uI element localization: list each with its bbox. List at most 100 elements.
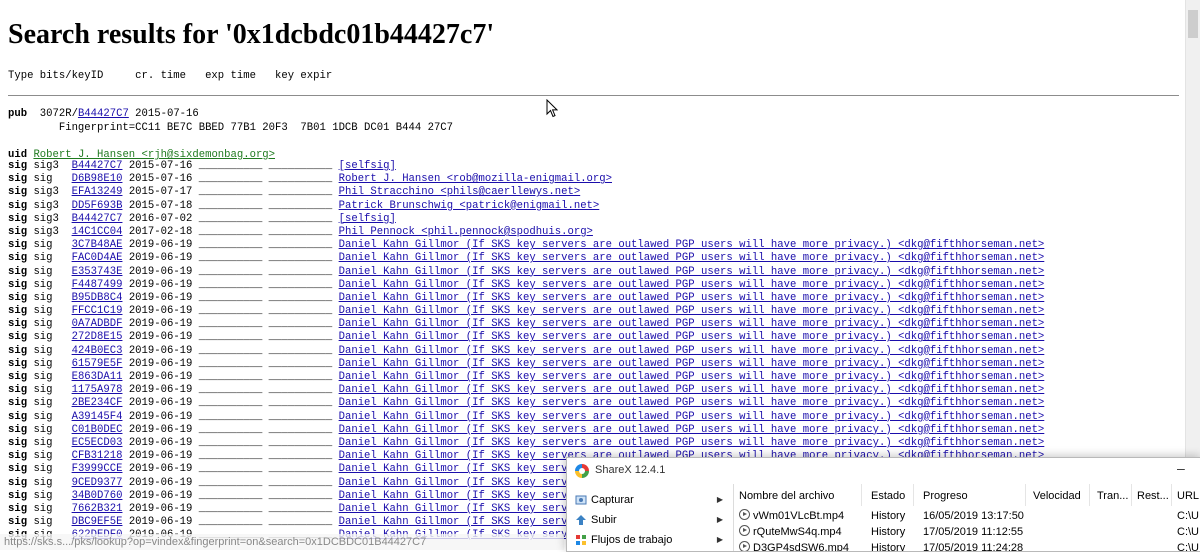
sig-keyid-link[interactable]: DD5F693B (72, 200, 123, 212)
sig-uid-link[interactable]: Daniel Kahn Gillmor (If SKS key serv (339, 490, 568, 502)
sig-uid-link[interactable]: Robert J. Hansen <rob@mozilla-enigmail.o… (339, 173, 612, 185)
column-divider (1171, 484, 1172, 506)
column-header-url[interactable]: URL (1177, 490, 1199, 502)
sig-uid-link[interactable]: Daniel Kahn Gillmor (If SKS key servers … (339, 318, 1045, 330)
sig-type: sig (8, 502, 28, 515)
sig-keyid-link[interactable]: FAC0D4AE (72, 252, 123, 264)
sig-keyid-link[interactable]: 3C7B48AE (72, 239, 123, 251)
sig-keyid-link[interactable]: E863DA11 (72, 371, 123, 383)
sig-uid-link[interactable]: Daniel Kahn Gillmor (If SKS key servers … (339, 239, 1045, 251)
sig-keyid-link[interactable]: DBC9EF5E (72, 516, 123, 528)
sharex-window[interactable]: ShareX 12.4.1 – Capturar ▶ Subir ▶ Flujo… (566, 457, 1200, 552)
sig-keyid-link[interactable]: 7662B321 (72, 503, 123, 515)
sig-uid-link[interactable]: Daniel Kahn Gillmor (If SKS key servers … (339, 424, 1045, 436)
sig-uid-link[interactable]: [selfsig] (339, 213, 396, 225)
sig-keyid-link[interactable]: B95DB8C4 (72, 292, 123, 304)
scrollbar-thumb[interactable] (1188, 10, 1198, 38)
menu-item-capturar[interactable]: Capturar ▶ (571, 490, 729, 510)
progress-cell: 17/05/2019 11:24:28 (923, 542, 1024, 552)
minimize-icon[interactable]: – (1177, 460, 1185, 476)
column-header-speed[interactable]: Velocidad (1033, 490, 1081, 502)
sig-keyid-link[interactable]: 424B0EC3 (72, 345, 123, 357)
sig-uid-link[interactable]: Daniel Kahn Gillmor (If SKS key serv (339, 516, 568, 528)
sig-keyid-link[interactable]: 1175A978 (72, 384, 123, 396)
signature-row: sig sig 1175A978 2019-06-19 __________ _… (8, 384, 1044, 397)
sig-keyid-link[interactable]: B44427C7 (72, 160, 123, 172)
sig-date: 2019-06-19 (128, 278, 193, 291)
menu-item-flujos-de-trabajo[interactable]: Flujos de trabajo ▶ (571, 530, 729, 550)
sig-uid-link[interactable]: Daniel Kahn Gillmor (If SKS key serv (339, 463, 568, 475)
sig-keyid-link[interactable]: 34B0D760 (72, 490, 123, 502)
sig-uid-link[interactable]: Daniel Kahn Gillmor (If SKS key servers … (339, 437, 1045, 449)
sig-keyid-link[interactable]: CFB31218 (72, 450, 123, 462)
sig-uid-link[interactable]: Daniel Kahn Gillmor (If SKS key servers … (339, 345, 1045, 357)
sig-uid-link[interactable]: Daniel Kahn Gillmor (If SKS key servers … (339, 331, 1045, 343)
sig-keyid-link[interactable]: C01B0DEC (72, 424, 123, 436)
sig-keyid-link[interactable]: 0A7ADBDF (72, 318, 123, 330)
menu-item-subir[interactable]: Subir ▶ (571, 510, 729, 530)
sharex-title-bar[interactable]: ShareX 12.4.1 – (567, 458, 1200, 484)
sig-class: sig (33, 463, 59, 476)
signature-row: sig sig EC5ECD03 2019-06-19 __________ _… (8, 437, 1044, 450)
column-header-file-name[interactable]: Nombre del archivo (739, 490, 834, 502)
sig-uid-link[interactable]: [selfsig] (339, 160, 396, 172)
table-row[interactable]: D3GP4sdSW6.mp4 History 17/05/2019 11:24:… (735, 540, 1200, 552)
sig-type: sig (8, 212, 28, 225)
sig-keyid-link[interactable]: 61579E5F (72, 358, 123, 370)
sig-uid-link[interactable]: Daniel Kahn Gillmor (If SKS key servers … (339, 411, 1045, 423)
sig-date: 2019-06-19 (128, 476, 193, 489)
column-header-status[interactable]: Estado (871, 490, 905, 502)
sig-keyid-link[interactable]: B44427C7 (72, 213, 123, 225)
table-row[interactable]: rQuteMwS4q.mp4 History 17/05/2019 11:12:… (735, 524, 1200, 540)
sig-uid-link[interactable]: Daniel Kahn Gillmor (If SKS key servers … (339, 384, 1045, 396)
sig-keyid-link[interactable]: 9CED9377 (72, 477, 123, 489)
sig-uid-link[interactable]: Phil Stracchino <phils@caerllewys.net> (339, 186, 581, 198)
sig-class: sig (33, 502, 59, 515)
signature-row: sig sig3 EFA13249 2015-07-17 __________ … (8, 186, 1044, 199)
sig-uid-link[interactable]: Daniel Kahn Gillmor (If SKS key servers … (339, 305, 1045, 317)
sig-uid-link[interactable]: Daniel Kahn Gillmor (If SKS key servers … (339, 371, 1045, 383)
column-header-remaining[interactable]: Rest... (1137, 490, 1169, 502)
sig-type: sig (8, 186, 28, 199)
sig-keyid-link[interactable]: E353743E (72, 266, 123, 278)
sig-type: sig (8, 357, 28, 370)
sig-type: sig (8, 384, 28, 397)
column-divider (1025, 484, 1026, 506)
sig-uid-link[interactable]: Daniel Kahn Gillmor (If SKS key servers … (339, 252, 1045, 264)
sig-keyid-link[interactable]: 2BE234CF (72, 397, 123, 409)
table-row[interactable]: vWm01VLcBt.mp4 History 16/05/2019 13:17:… (735, 508, 1200, 524)
sig-blank-fields: __________ __________ (198, 502, 333, 515)
sig-uid-link[interactable]: Daniel Kahn Gillmor (If SKS key servers … (339, 358, 1045, 370)
sig-keyid-link[interactable]: D6B98E10 (72, 173, 123, 185)
sig-date: 2019-06-19 (128, 252, 193, 265)
sharex-main-menu: Capturar ▶ Subir ▶ Flujos de trabajo ▶ (567, 484, 734, 551)
sig-uid-link[interactable]: Daniel Kahn Gillmor (If SKS key servers … (339, 279, 1045, 291)
sig-keyid-link[interactable]: A39145F4 (72, 411, 123, 423)
pub-keyid-link[interactable]: B44427C7 (78, 108, 129, 120)
sig-uid-link[interactable]: Patrick Brunschwig <patrick@enigmail.net… (339, 200, 600, 212)
sig-uid-link[interactable]: Daniel Kahn Gillmor (If SKS key serv (339, 477, 568, 489)
sig-keyid-link[interactable]: EC5ECD03 (72, 437, 123, 449)
column-header-progress[interactable]: Progreso (923, 490, 968, 502)
sig-class: sig3 (33, 199, 59, 212)
sig-keyid-link[interactable]: FFCC1C19 (72, 305, 123, 317)
progress-cell: 17/05/2019 11:12:55 (923, 526, 1024, 538)
sig-date: 2019-06-19 (128, 265, 193, 278)
sig-uid-link[interactable]: Phil Pennock <phil.pennock@spodhuis.org> (339, 226, 593, 238)
sig-date: 2016-07-02 (128, 212, 193, 225)
sig-uid-link[interactable]: Daniel Kahn Gillmor (If SKS key servers … (339, 266, 1045, 278)
sig-keyid-link[interactable]: F3999CCE (72, 463, 123, 475)
sig-uid-link[interactable]: Daniel Kahn Gillmor (If SKS key servers … (339, 292, 1045, 304)
sig-uid-link[interactable]: Daniel Kahn Gillmor (If SKS key servers … (339, 397, 1045, 409)
sig-blank-fields: __________ __________ (198, 199, 333, 212)
sig-keyid-link[interactable]: F4487499 (72, 279, 123, 291)
column-header-transferred[interactable]: Tran... (1097, 490, 1128, 502)
signature-row: sig sig 61579E5F 2019-06-19 __________ _… (8, 358, 1044, 371)
sig-type: sig (8, 344, 28, 357)
pub-date: 2015-07-16 (135, 108, 199, 120)
sig-keyid-link[interactable]: 272D8E15 (72, 331, 123, 343)
sig-keyid-link[interactable]: EFA13249 (72, 186, 123, 198)
sig-date: 2019-06-19 (128, 291, 193, 304)
sig-keyid-link[interactable]: 14C1CC04 (72, 226, 123, 238)
sig-uid-link[interactable]: Daniel Kahn Gillmor (If SKS key serv (339, 503, 568, 515)
